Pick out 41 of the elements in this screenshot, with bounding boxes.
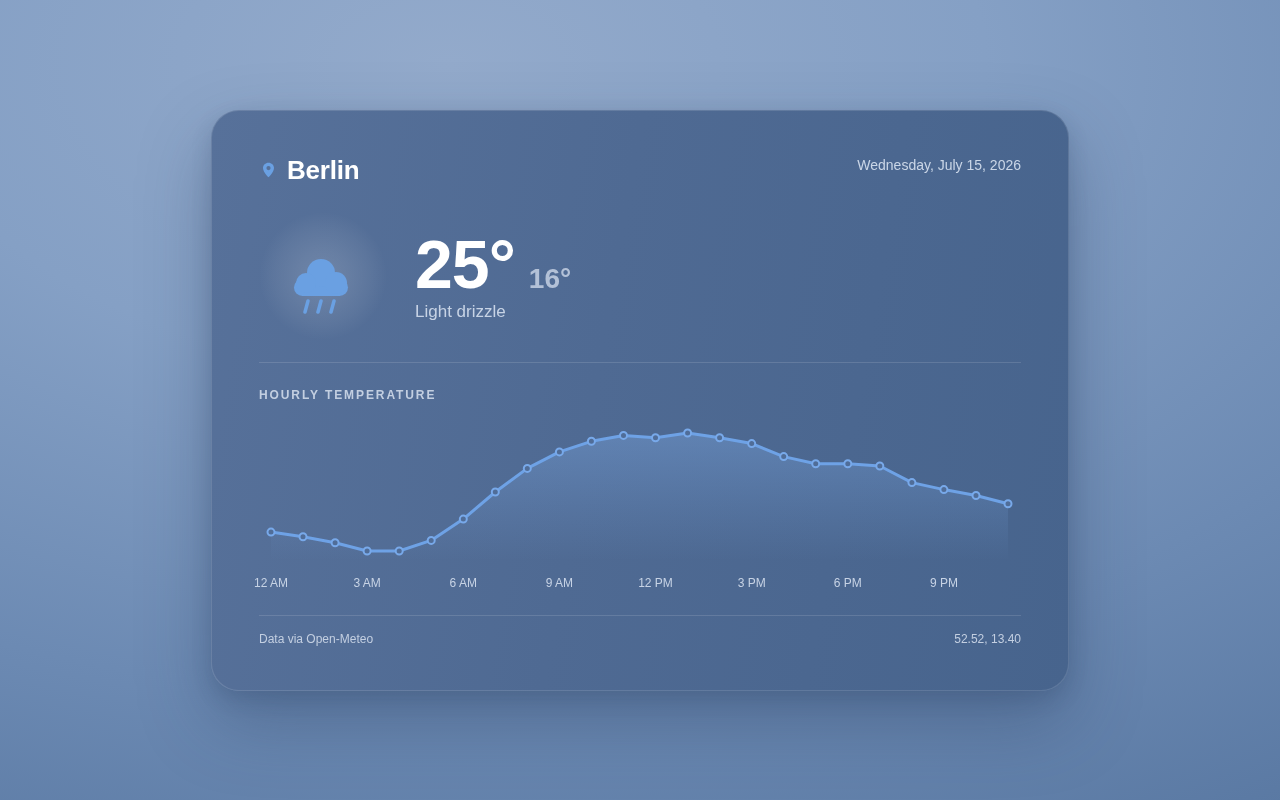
time-label: 6 AM	[449, 575, 477, 590]
data-point	[939, 484, 949, 494]
data-point	[779, 451, 789, 461]
data-point	[458, 514, 468, 524]
data-point	[362, 546, 372, 555]
date-text: Wednesday, July 15, 2026	[857, 156, 1021, 174]
source-text: Data via Open-Meteo	[259, 630, 374, 647]
data-point	[394, 546, 404, 555]
data-point	[651, 432, 660, 442]
data-point	[747, 438, 757, 448]
data-point	[843, 458, 853, 468]
location-pin-icon	[263, 161, 274, 178]
data-point	[1003, 498, 1013, 508]
data-point	[619, 430, 628, 440]
high-temperature: 25°	[415, 229, 515, 298]
time-label: 6 PM	[833, 575, 862, 590]
condition-text: Light drizzle	[415, 301, 507, 322]
data-point	[490, 487, 500, 496]
data-point	[330, 537, 340, 547]
data-point	[586, 436, 596, 446]
time-label: 9 PM	[929, 575, 958, 590]
coordinates-text: 52.52, 13.40	[954, 630, 1021, 647]
data-point	[971, 490, 981, 500]
data-point	[907, 477, 917, 487]
section-title: HOURLY TEMPERATURE	[259, 386, 438, 403]
city-name: Berlin	[287, 153, 360, 186]
time-label: 12 AM	[254, 575, 288, 590]
data-point	[522, 463, 532, 473]
data-point	[683, 428, 693, 437]
data-point	[715, 432, 725, 442]
data-point	[875, 461, 885, 470]
data-point	[298, 531, 308, 541]
time-label: 3 PM	[737, 575, 766, 590]
data-point	[266, 527, 276, 537]
time-label: 3 AM	[353, 575, 381, 590]
time-label: 12 PM	[638, 575, 673, 590]
low-temperature: 16°	[528, 262, 572, 295]
data-point	[426, 535, 436, 545]
data-point	[554, 446, 564, 456]
time-label: 9 AM	[545, 575, 574, 590]
data-point	[811, 458, 821, 468]
